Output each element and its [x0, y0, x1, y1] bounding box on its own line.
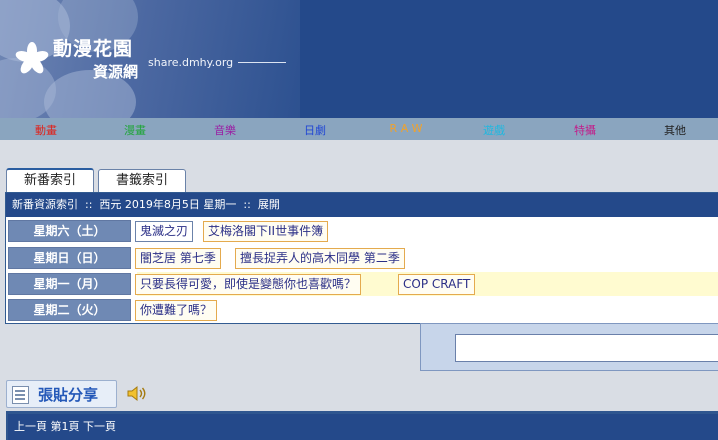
post-share-label: 張貼分享: [38, 386, 99, 404]
logo-divider: [238, 62, 286, 63]
site-url: share.dmhy.org: [148, 56, 234, 69]
nav-item-drama[interactable]: 日劇: [302, 122, 328, 138]
nav-item-manga[interactable]: 漫畫: [122, 122, 148, 138]
document-icon: [12, 386, 29, 404]
speaker-icon[interactable]: [126, 385, 149, 402]
day-label: 星期六（土）: [8, 220, 131, 242]
anime-link[interactable]: 擅長捉弄人的高木同學 第二季: [235, 248, 405, 269]
nav-item-other[interactable]: 其他: [662, 122, 688, 138]
post-share-button[interactable]: 張貼分享: [6, 380, 117, 408]
nav-item-anime[interactable]: 動畫: [33, 122, 59, 138]
index-title: 新番資源索引: [12, 198, 78, 211]
pager-bar: 上一頁 第1頁 下一頁: [6, 411, 718, 440]
anime-link[interactable]: 鬼滅之刃: [135, 221, 194, 242]
site-logo-subtitle: 資源網: [93, 63, 139, 81]
search-input[interactable]: [455, 334, 718, 362]
search-panel: [420, 323, 718, 371]
schedule-row-monday: 星期一（月） 只要長得可愛，即使是變態你也喜歡嗎？ COP CRAFT: [8, 272, 718, 296]
day-label: 星期一（月）: [8, 273, 131, 295]
anime-link[interactable]: 你遭難了嗎？: [135, 300, 218, 321]
new-anime-index: 新番資源索引 :: 西元 2019年8月5日 星期一 :: 展開 星期六（土） …: [5, 192, 718, 324]
pagination[interactable]: 上一頁 第1頁 下一頁: [8, 414, 718, 440]
category-nav: 動畫 漫畫 音樂 日劇 RAW 遊戲 特攝 其他: [0, 118, 718, 140]
header-right-panel: [300, 0, 718, 118]
nav-item-game[interactable]: 遊戲: [481, 122, 507, 138]
site-logo-title[interactable]: 動漫花園: [53, 34, 133, 61]
index-header: 新番資源索引 :: 西元 2019年8月5日 星期一 :: 展開: [6, 193, 718, 217]
day-label: 星期日（日）: [8, 247, 131, 269]
nav-item-music[interactable]: 音樂: [212, 122, 238, 138]
expand-link[interactable]: 展開: [258, 198, 280, 211]
anime-link[interactable]: 闇芝居 第七季: [135, 248, 221, 269]
logo-flower-icon[interactable]: [14, 42, 50, 76]
index-date: 西元 2019年8月5日 星期一: [99, 198, 237, 211]
tab-bookmark-index[interactable]: 書籤索引: [98, 169, 186, 192]
anime-link[interactable]: 只要長得可愛，即使是變態你也喜歡嗎？: [135, 274, 362, 295]
nav-item-tokusatsu[interactable]: 特攝: [572, 122, 598, 138]
index-separator: ::: [243, 198, 251, 211]
anime-link[interactable]: COP CRAFT: [398, 274, 476, 295]
index-separator: ::: [85, 198, 93, 211]
anime-link[interactable]: 艾梅洛閣下II世事件簿: [203, 221, 329, 242]
schedule-row-tuesday: 星期二（火） 你遭難了嗎？: [8, 299, 718, 323]
site-header: 動漫花園 資源網 share.dmhy.org: [0, 0, 718, 118]
day-label: 星期二（火）: [8, 299, 131, 321]
schedule-row-sunday: 星期日（日） 闇芝居 第七季 擅長捉弄人的高木同學 第二季: [8, 247, 718, 271]
schedule-row-saturday: 星期六（土） 鬼滅之刃 艾梅洛閣下II世事件簿: [8, 220, 718, 244]
nav-item-raw[interactable]: RAW: [388, 122, 428, 135]
tab-new-index[interactable]: 新番索引: [6, 168, 94, 193]
